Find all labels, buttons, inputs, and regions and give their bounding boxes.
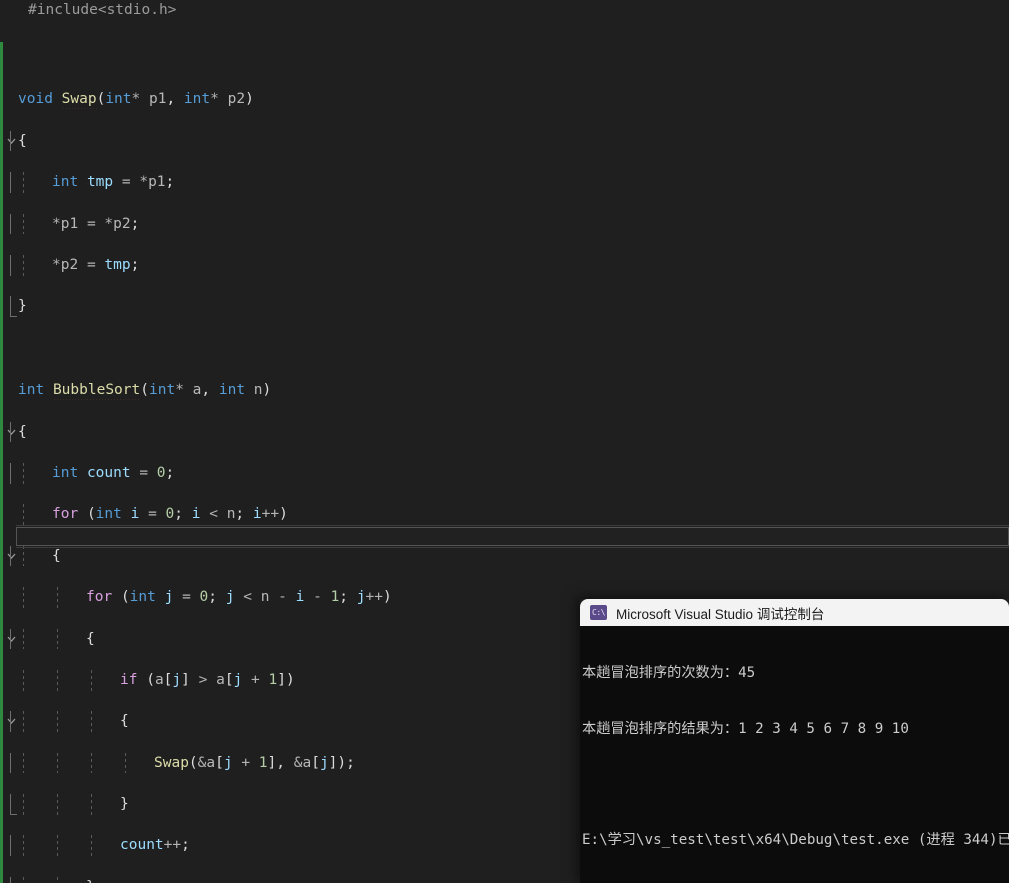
quick-action-dots-icon[interactable] bbox=[61, 106, 97, 110]
console-window-icon: C:\ bbox=[590, 605, 607, 620]
fold-chevron-icon[interactable] bbox=[5, 670, 17, 725]
current-line-highlight[interactable] bbox=[16, 527, 1009, 546]
code-line[interactable]: } bbox=[0, 296, 1009, 317]
code-line[interactable]: *p1 = *p2; bbox=[0, 213, 1009, 235]
function-name-bubblesort: BubbleSort bbox=[52, 382, 141, 400]
console-window-title: Microsoft Visual Studio 调试控制台 bbox=[616, 606, 825, 622]
console-titlebar[interactable]: C:\ Microsoft Visual Studio 调试控制台 bbox=[580, 599, 1009, 626]
function-name-swap: Swap bbox=[61, 91, 97, 110]
code-line[interactable]: #include<stdio.h> bbox=[0, 0, 1009, 21]
console-output-line: 本趟冒泡排序的次数为：45 bbox=[582, 665, 756, 681]
code-line[interactable]: { bbox=[0, 545, 1009, 567]
code-line[interactable]: int tmp = *p1; bbox=[0, 172, 1009, 193]
code-line[interactable] bbox=[0, 338, 1009, 359]
code-line[interactable]: *p2 = tmp; bbox=[0, 254, 1009, 276]
code-line[interactable]: void Swap (int* p1, int* p2) bbox=[0, 89, 1009, 144]
fold-chevron-icon[interactable] bbox=[5, 89, 17, 144]
console-output-line: 本趟冒泡排序的结果为：1 2 3 4 5 6 7 8 9 10 bbox=[582, 720, 909, 737]
code-line[interactable]: int count = 0; bbox=[0, 462, 1009, 484]
fold-chevron-icon[interactable] bbox=[5, 380, 17, 435]
debug-console-window[interactable]: C:\ Microsoft Visual Studio 调试控制台 本趟冒泡排序… bbox=[580, 599, 1009, 883]
fold-chevron-icon[interactable] bbox=[5, 504, 17, 559]
console-output-line: E:\学习\vs_test\test\x64\Debug\test.exe (进… bbox=[582, 831, 1009, 848]
code-line[interactable]: for (int i = 0; i < n; i++) bbox=[0, 504, 1009, 559]
code-token-preprocessor: #include<stdio.h> bbox=[28, 2, 177, 18]
console-output[interactable]: 本趟冒泡排序的次数为：45 本趟冒泡排序的结果为：1 2 3 4 5 6 7 8… bbox=[580, 626, 1009, 883]
quick-action-dots-icon[interactable] bbox=[52, 396, 141, 400]
code-line[interactable]: { bbox=[0, 130, 1009, 152]
code-line[interactable]: int BubbleSort (int* a, int n) bbox=[0, 380, 1009, 435]
fold-chevron-icon[interactable] bbox=[5, 587, 17, 642]
code-line[interactable] bbox=[0, 41, 1009, 62]
code-line[interactable]: { bbox=[0, 421, 1009, 443]
